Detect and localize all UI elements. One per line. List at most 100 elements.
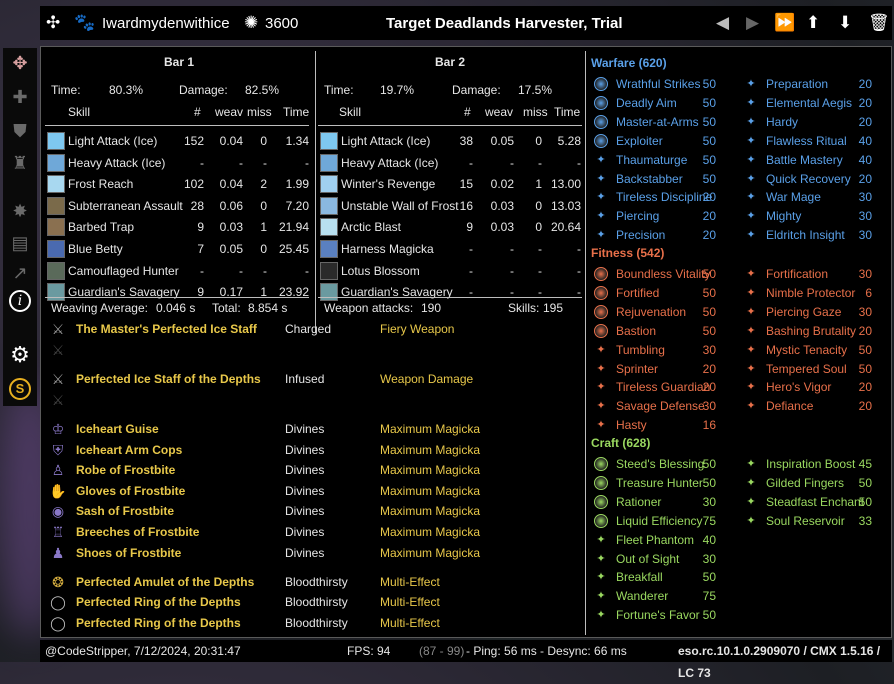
skill-name: Unstable Wall of Frost [341,198,459,213]
skill-row: Guardian's Savagery 9 0.17 1 23.92 [47,281,309,303]
gear-enchant: Maximum Magicka [380,484,481,498]
champion-star[interactable]: Bastion 50 [594,322,738,341]
slotted-star-icon [594,285,608,300]
champion-star[interactable]: ✦ Piercing 20 [594,207,738,226]
castle-icon[interactable]: ♜ [9,152,31,174]
champion-star-name: Piercing [616,209,660,224]
upload-icon[interactable]: ⬆ [806,13,820,33]
skill-name: Heavy Attack (Ice) [68,155,166,170]
champion-star-name: Quick Recovery [766,171,851,186]
champion-star[interactable]: ✦ Defiance 20 [744,397,888,416]
champion-star[interactable]: ✦ Savage Defense 30 [594,397,738,416]
champion-star[interactable]: ✦ Fortification 30 [744,265,888,284]
divider [315,51,316,333]
gear-row: ⚔ [49,340,569,360]
champion-star[interactable]: ✦ Hardy 20 [744,113,888,132]
champion-star[interactable]: ✦ Tumbling 30 [594,341,738,360]
champion-star[interactable]: ✦ Sprinter 20 [594,360,738,379]
champion-star[interactable]: Rejuvenation 50 [594,303,738,322]
info-icon[interactable]: i [9,290,31,312]
skill-name: Frost Reach [68,177,134,192]
fps-range: (87 - 99) [419,644,465,658]
gear-trait: Charged [285,322,332,336]
champion-star[interactable]: Fortified 50 [594,284,738,303]
champion-star[interactable]: ✦ Bashing Brutality 20 [744,322,888,341]
champion-star[interactable]: ✦ Piercing Gaze 30 [744,303,888,322]
champion-star[interactable]: ✦ Steadfast Enchant 50 [744,493,888,512]
champion-star[interactable]: Liquid Efficiency 75 [594,512,738,531]
champion-star-name: Backstabber [616,171,683,186]
champion-star[interactable]: ✦ Out of Sight 30 [594,550,738,569]
champion-star[interactable]: ✦ Preparation 20 [744,75,888,94]
champion-star[interactable]: ✦ Wanderer 75 [594,587,738,606]
champion-star[interactable]: Boundless Vitality 50 [594,265,738,284]
settings-icon[interactable]: ⚙ [9,344,31,366]
gear-name: Sash of Frostbite [76,504,175,518]
champion-star[interactable]: Steed's Blessing 50 [594,455,738,474]
champion-star[interactable]: ✦ Quick Recovery 20 [744,170,888,189]
champion-star[interactable]: ✦ Thaumaturge 50 [594,151,738,170]
staff-icon: ⚔ [51,321,65,337]
champion-star[interactable]: ✦ Elemental Aegis 20 [744,94,888,113]
champion-star[interactable]: ✦ Tempered Soul 50 [744,360,888,379]
skill-count: 16 [459,198,473,213]
champion-star[interactable]: Exploiter 50 [594,132,738,151]
champion-star[interactable]: ✦ Flawless Ritual 40 [744,132,888,151]
champion-star-name: Exploiter [616,133,663,148]
champion-star[interactable]: ✦ Mystic Tenacity 50 [744,341,888,360]
champion-star[interactable]: ✦ Battle Mastery 40 [744,151,888,170]
currency-icon[interactable]: S [9,378,31,400]
champion-star[interactable]: ✦ Hero's Vigor 20 [744,378,888,397]
champion-star-points: 6 [865,285,872,300]
champion-star[interactable]: ✦ Tireless Discipline 20 [594,188,738,207]
slotted-star-icon [594,457,608,471]
gear-row: ⛨ Iceheart Arm Cops Divines Maximum Magicka [49,440,569,460]
gear-name: Breeches of Frostbite [76,525,200,539]
champion-star[interactable]: Rationer 30 [594,493,738,512]
champion-star-points: 50 [858,342,872,357]
skill-weav: - [239,155,243,170]
gear-name: The Master's Perfected Ice Staff [76,322,257,336]
skill-row: Camouflaged Hunter - - - - [47,260,309,282]
champion-star[interactable]: ✦ Nimble Protector 6 [744,284,888,303]
champion-star[interactable]: ✦ Soul Reservoir 33 [744,512,888,531]
shield-icon[interactable]: ⛊ [9,120,31,142]
skill-row: Heavy Attack (Ice) - - - - [47,152,309,174]
champion-star[interactable]: ✦ Mighty 30 [744,207,888,226]
champion-star[interactable]: ✦ Hasty 16 [594,416,738,435]
champion-star[interactable]: ✦ Inspiration Boost 45 [744,455,888,474]
champion-star-name: Hero's Vigor [766,380,832,395]
save-icon[interactable]: ⬇ [838,13,852,33]
bar2-damage: 17.5% [518,83,553,97]
spark-icon[interactable]: ✸ [9,200,31,222]
skill-row: Blue Betty 7 0.05 0 25.45 [47,238,309,260]
champion-star[interactable]: Master-at-Arms 50 [594,113,738,132]
bar1-time: 80.3% [109,83,144,97]
gear-trait: Bloodthirsty [285,595,348,609]
champion-star[interactable]: ✦ Precision 20 [594,226,738,245]
champion-star[interactable]: ✦ Fortune's Favor 50 [594,606,738,625]
prev-arrow-icon[interactable]: ◀ [716,13,729,33]
scroll-icon[interactable]: ▤ [9,232,31,254]
champion-star[interactable]: ✦ Backstabber 50 [594,170,738,189]
champion-star[interactable]: ✦ Tireless Guardian 20 [594,378,738,397]
champion-star[interactable]: ✦ War Mage 30 [744,188,888,207]
champion-star[interactable]: ✦ Fleet Phantom 40 [594,531,738,550]
heal-icon[interactable]: ✚ [9,86,31,108]
champion-star[interactable]: ✦ Gilded Fingers 50 [744,474,888,493]
champion-star[interactable]: Treasure Hunter 50 [594,474,738,493]
skill-name: Lotus Blossom [341,263,420,278]
star-icon: ✦ [596,191,606,204]
champion-star[interactable]: Deadly Aim 50 [594,94,738,113]
divider [318,125,582,126]
graph-icon[interactable]: ↗ [9,262,31,284]
col-time: Time [554,105,581,119]
champion-star[interactable]: Wrathful Strikes 50 [594,75,738,94]
combat-icon[interactable]: ✥ [9,52,31,74]
champion-star[interactable]: ✦ Eldritch Insight 30 [744,226,888,245]
next-arrow-icon[interactable]: ▶ [746,13,759,33]
last-arrow-icon[interactable]: ⏩ [774,13,795,33]
trash-icon[interactable]: 🗑 [868,13,890,33]
champion-star-name: Soul Reservoir [766,513,845,528]
champion-star[interactable]: ✦ Breakfall 50 [594,568,738,587]
